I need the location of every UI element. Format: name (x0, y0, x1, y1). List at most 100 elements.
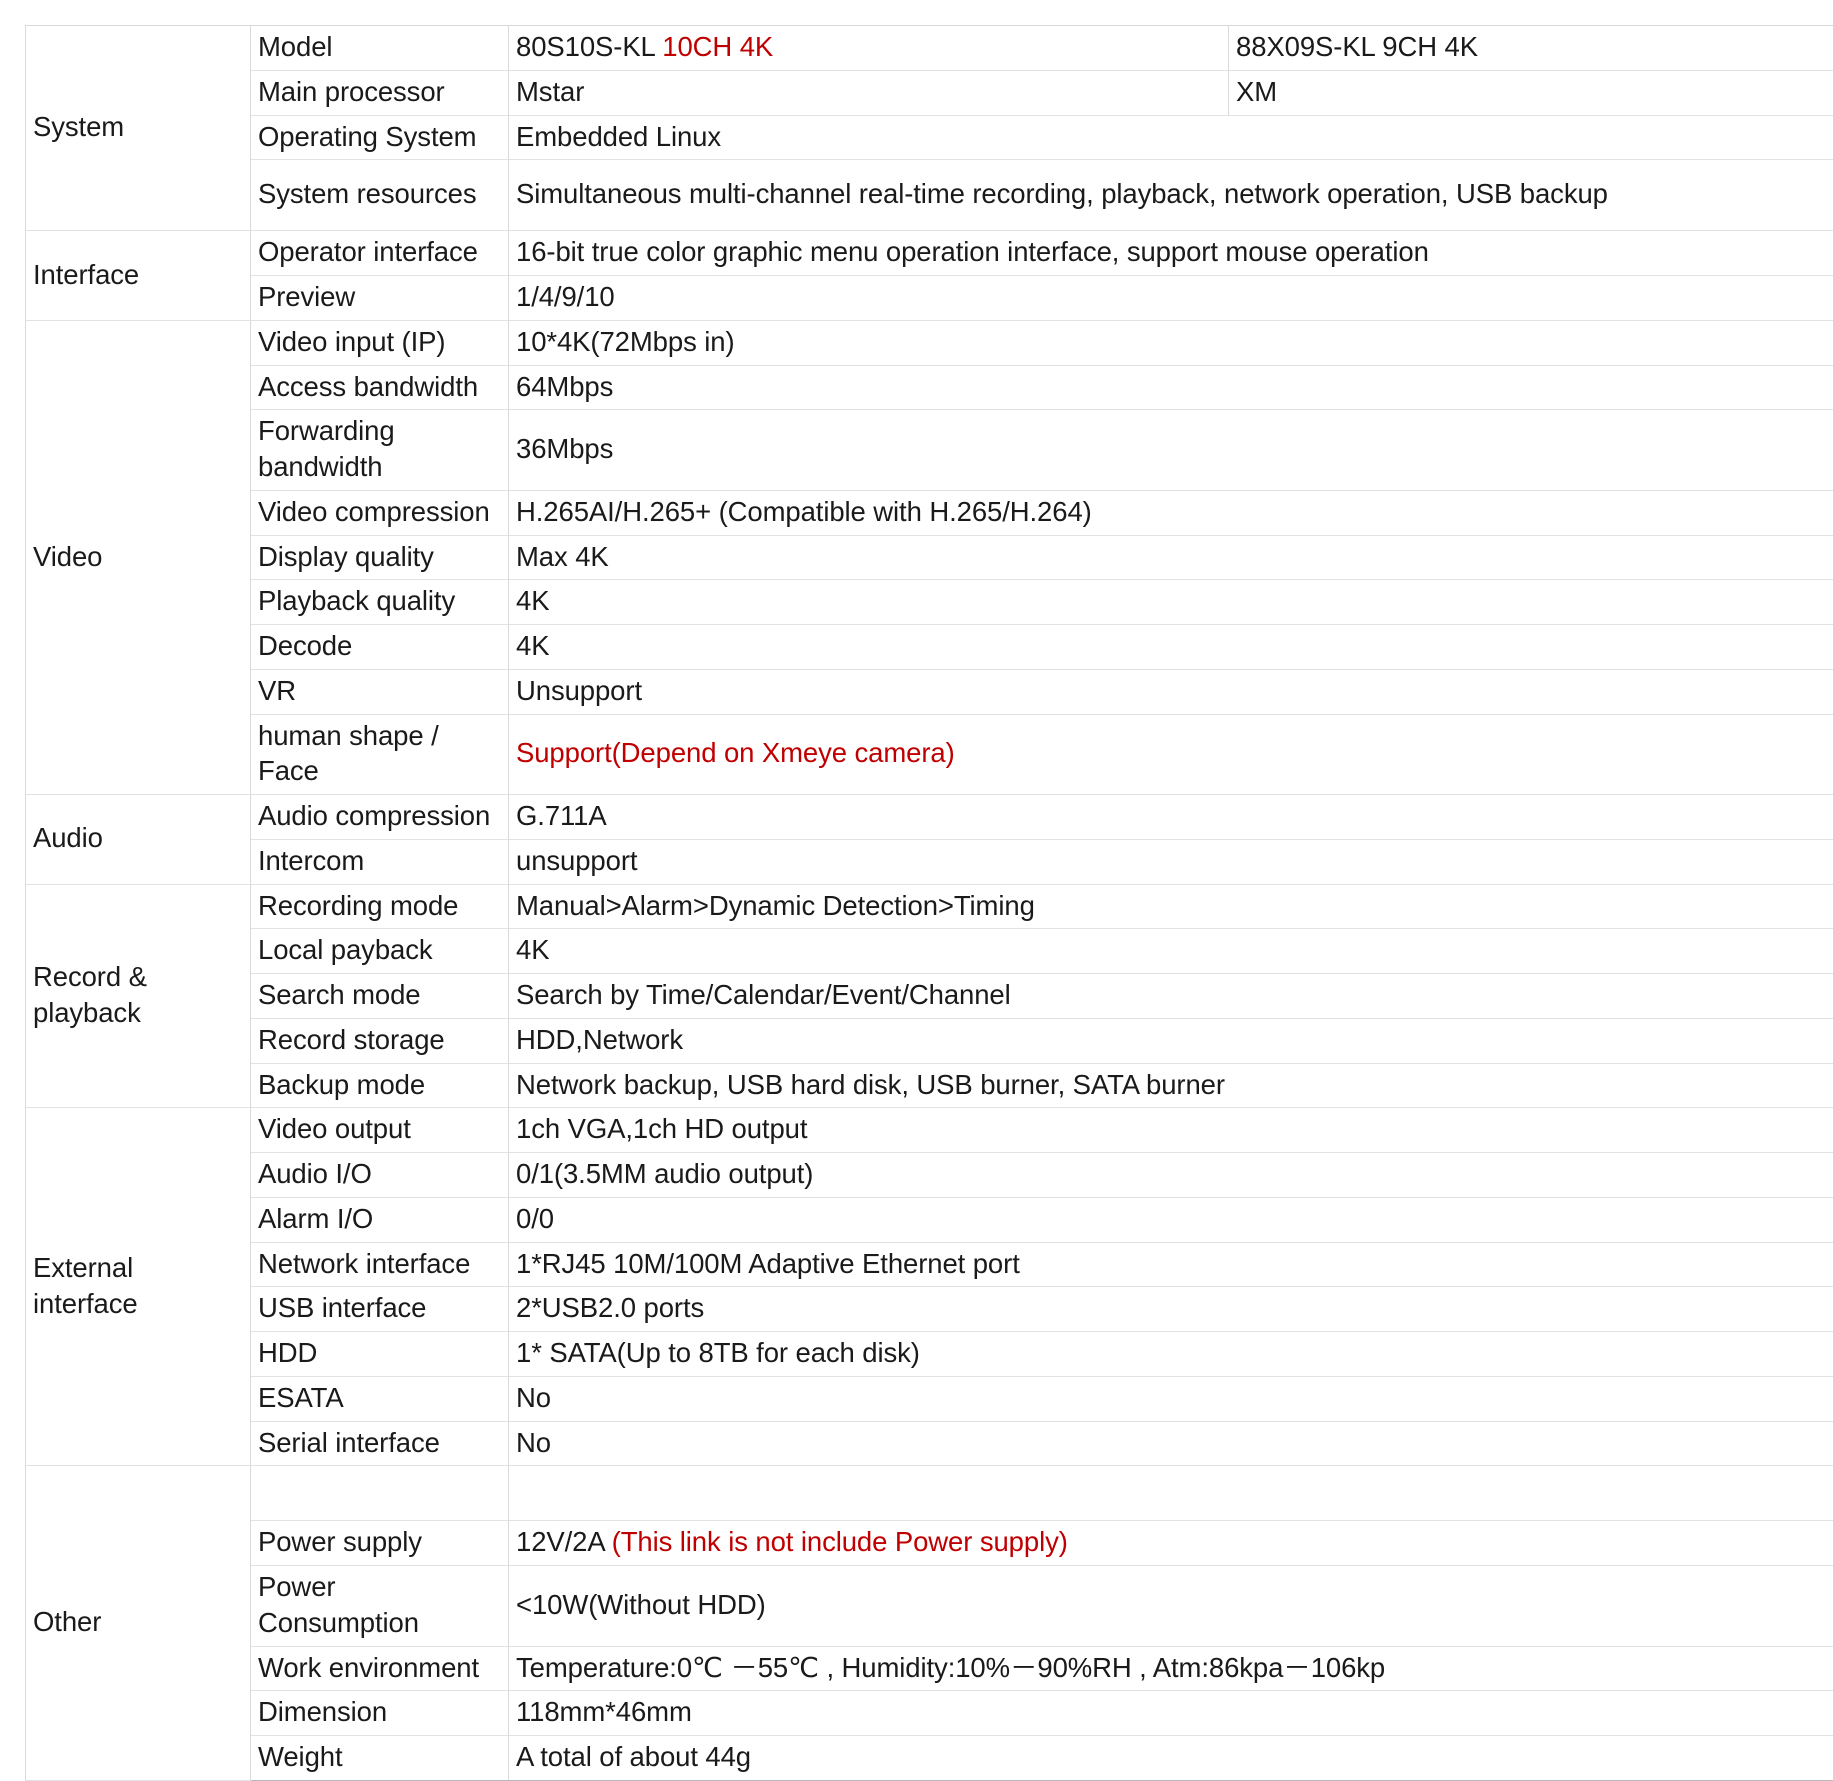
spec-value-text: Simultaneous multi-channel real-time rec… (516, 178, 1608, 209)
spec-value-cell: 12V/2A (This link is not include Power s… (509, 1521, 1833, 1566)
spec-name-cell: Backup mode (251, 1063, 509, 1108)
specification-table: SystemModel80S10S-KL 10CH 4K88X09S-KL 9C… (25, 25, 1833, 1781)
spec-name-cell (251, 1466, 509, 1521)
table-row: Network interface1*RJ45 10M/100M Adaptiv… (26, 1242, 1833, 1287)
table-row: Backup modeNetwork backup, USB hard disk… (26, 1063, 1833, 1108)
spec-name-cell: human shape / Face (251, 714, 509, 795)
table-row: Main processorMstarXM (26, 70, 1833, 115)
spec-name-cell: Operator interface (251, 231, 509, 276)
spec-value-cell: 118mm*46mm (509, 1691, 1833, 1736)
spec-name-cell: USB interface (251, 1287, 509, 1332)
spec-value-cell: 4K (509, 625, 1833, 670)
spec-value-cell: Temperature:0℃ －55℃ , Humidity:10%－90%RH… (509, 1646, 1833, 1691)
spec-value-cell: unsupport (509, 839, 1833, 884)
spec-value-text: 118mm*46mm (516, 1696, 692, 1727)
specification-table-body: SystemModel80S10S-KL 10CH 4K88X09S-KL 9C… (26, 26, 1833, 1781)
category-cell: Video (26, 320, 251, 794)
table-row: Access bandwidth64Mbps (26, 365, 1833, 410)
spec-value-accent-text: Support(Depend on Xmeye camera) (516, 737, 955, 768)
spec-value-cell: 36Mbps (509, 410, 1833, 491)
spec-name-cell: Decode (251, 625, 509, 670)
spec-value-cell: 10*4K(72Mbps in) (509, 320, 1833, 365)
spec-name-cell: Video output (251, 1108, 509, 1153)
spec-name-cell: Power supply (251, 1521, 509, 1566)
spec-value-text: 80S10S-KL (516, 31, 662, 62)
spec-value-cell: Max 4K (509, 535, 1833, 580)
table-row: ESATANo (26, 1376, 1833, 1421)
spec-value-cell: 1ch VGA,1ch HD output (509, 1108, 1833, 1153)
spec-name-cell: Playback quality (251, 580, 509, 625)
spec-value-cell: 64Mbps (509, 365, 1833, 410)
table-row: Record & playbackRecording modeManual>Al… (26, 884, 1833, 929)
spec-value-text: HDD,Network (516, 1024, 683, 1055)
spec-value-text: unsupport (516, 845, 637, 876)
table-row: Power Consumption<10W(Without HDD) (26, 1566, 1833, 1647)
spec-value-accent-text: 10CH 4K (662, 31, 773, 62)
spec-name-cell: Power Consumption (251, 1566, 509, 1647)
spec-value-text: 0/1(3.5MM audio output) (516, 1158, 813, 1189)
table-row: Playback quality4K (26, 580, 1833, 625)
spec-value-cell: No (509, 1421, 1833, 1466)
spec-value-cell: G.711A (509, 795, 1833, 840)
spec-name-cell: Video input (IP) (251, 320, 509, 365)
spec-name-cell: Video compression (251, 490, 509, 535)
spec-value-text: G.711A (516, 800, 607, 831)
table-row: Local payback4K (26, 929, 1833, 974)
table-row: Alarm I/O0/0 (26, 1197, 1833, 1242)
spec-name-cell: System resources (251, 160, 509, 231)
table-row: USB interface2*USB2.0 ports (26, 1287, 1833, 1332)
spec-name-cell: HDD (251, 1332, 509, 1377)
table-row: Display qualityMax 4K (26, 535, 1833, 580)
table-row: Forwarding bandwidth36Mbps (26, 410, 1833, 491)
table-row: InterfaceOperator interface16-bit true c… (26, 231, 1833, 276)
spec-value-cell-primary: 80S10S-KL 10CH 4K (509, 26, 1229, 71)
spec-value-cell: Manual>Alarm>Dynamic Detection>Timing (509, 884, 1833, 929)
spec-name-cell: Main processor (251, 70, 509, 115)
spec-name-cell: Model (251, 26, 509, 71)
spec-name-cell: Operating System (251, 115, 509, 160)
table-row: HDD1* SATA(Up to 8TB for each disk) (26, 1332, 1833, 1377)
spec-value-cell: 1*RJ45 10M/100M Adaptive Ethernet port (509, 1242, 1833, 1287)
spec-value-text: Temperature:0℃ －55℃ , Humidity:10%－90%RH… (516, 1652, 1385, 1683)
spec-name-cell: Network interface (251, 1242, 509, 1287)
spec-value-cell: Network backup, USB hard disk, USB burne… (509, 1063, 1833, 1108)
spec-value-text: 0/0 (516, 1203, 554, 1234)
spec-name-cell: Weight (251, 1736, 509, 1781)
category-cell: Other (26, 1466, 251, 1781)
spec-value-text: 1* SATA(Up to 8TB for each disk) (516, 1337, 920, 1368)
spec-value-text: <10W(Without HDD) (516, 1589, 766, 1620)
spec-value-text: 36Mbps (516, 433, 613, 464)
spec-name-cell: ESATA (251, 1376, 509, 1421)
spec-value-text: 12V/2A (516, 1526, 612, 1557)
table-row: Audio I/O0/1(3.5MM audio output) (26, 1153, 1833, 1198)
spec-value-text: 2*USB2.0 ports (516, 1292, 704, 1323)
table-row: WeightA total of about 44g (26, 1736, 1833, 1781)
spec-value-cell (509, 1466, 1833, 1521)
spec-value-cell: 0/0 (509, 1197, 1833, 1242)
table-row: Operating SystemEmbedded Linux (26, 115, 1833, 160)
spec-value-text: No (516, 1382, 551, 1413)
category-cell: Record & playback (26, 884, 251, 1108)
spec-value-text: Unsupport (516, 675, 642, 706)
table-row: Intercomunsupport (26, 839, 1833, 884)
spec-value-text: 1*RJ45 10M/100M Adaptive Ethernet port (516, 1248, 1020, 1279)
spec-value-cell: <10W(Without HDD) (509, 1566, 1833, 1647)
spec-value-cell: Simultaneous multi-channel real-time rec… (509, 160, 1833, 231)
spec-name-cell: Alarm I/O (251, 1197, 509, 1242)
category-cell: Interface (26, 231, 251, 321)
table-row: External interfaceVideo output1ch VGA,1c… (26, 1108, 1833, 1153)
spec-value-cell: 2*USB2.0 ports (509, 1287, 1833, 1332)
spec-name-cell: Recording mode (251, 884, 509, 929)
spec-name-cell: VR (251, 669, 509, 714)
spec-value-cell: 4K (509, 929, 1833, 974)
spec-value-text: 1/4/9/10 (516, 281, 615, 312)
spec-name-cell: Dimension (251, 1691, 509, 1736)
spec-name-cell: Audio compression (251, 795, 509, 840)
spec-name-cell: Record storage (251, 1018, 509, 1063)
spec-value-cell: 4K (509, 580, 1833, 625)
table-row: Work environmentTemperature:0℃ －55℃ , Hu… (26, 1646, 1833, 1691)
spec-value-text: 4K (516, 630, 549, 661)
spec-value-text: A total of about 44g (516, 1741, 751, 1772)
spec-value-cell: 16-bit true color graphic menu operation… (509, 231, 1833, 276)
spec-value-accent-text: (This link is not include Power supply) (612, 1526, 1068, 1557)
